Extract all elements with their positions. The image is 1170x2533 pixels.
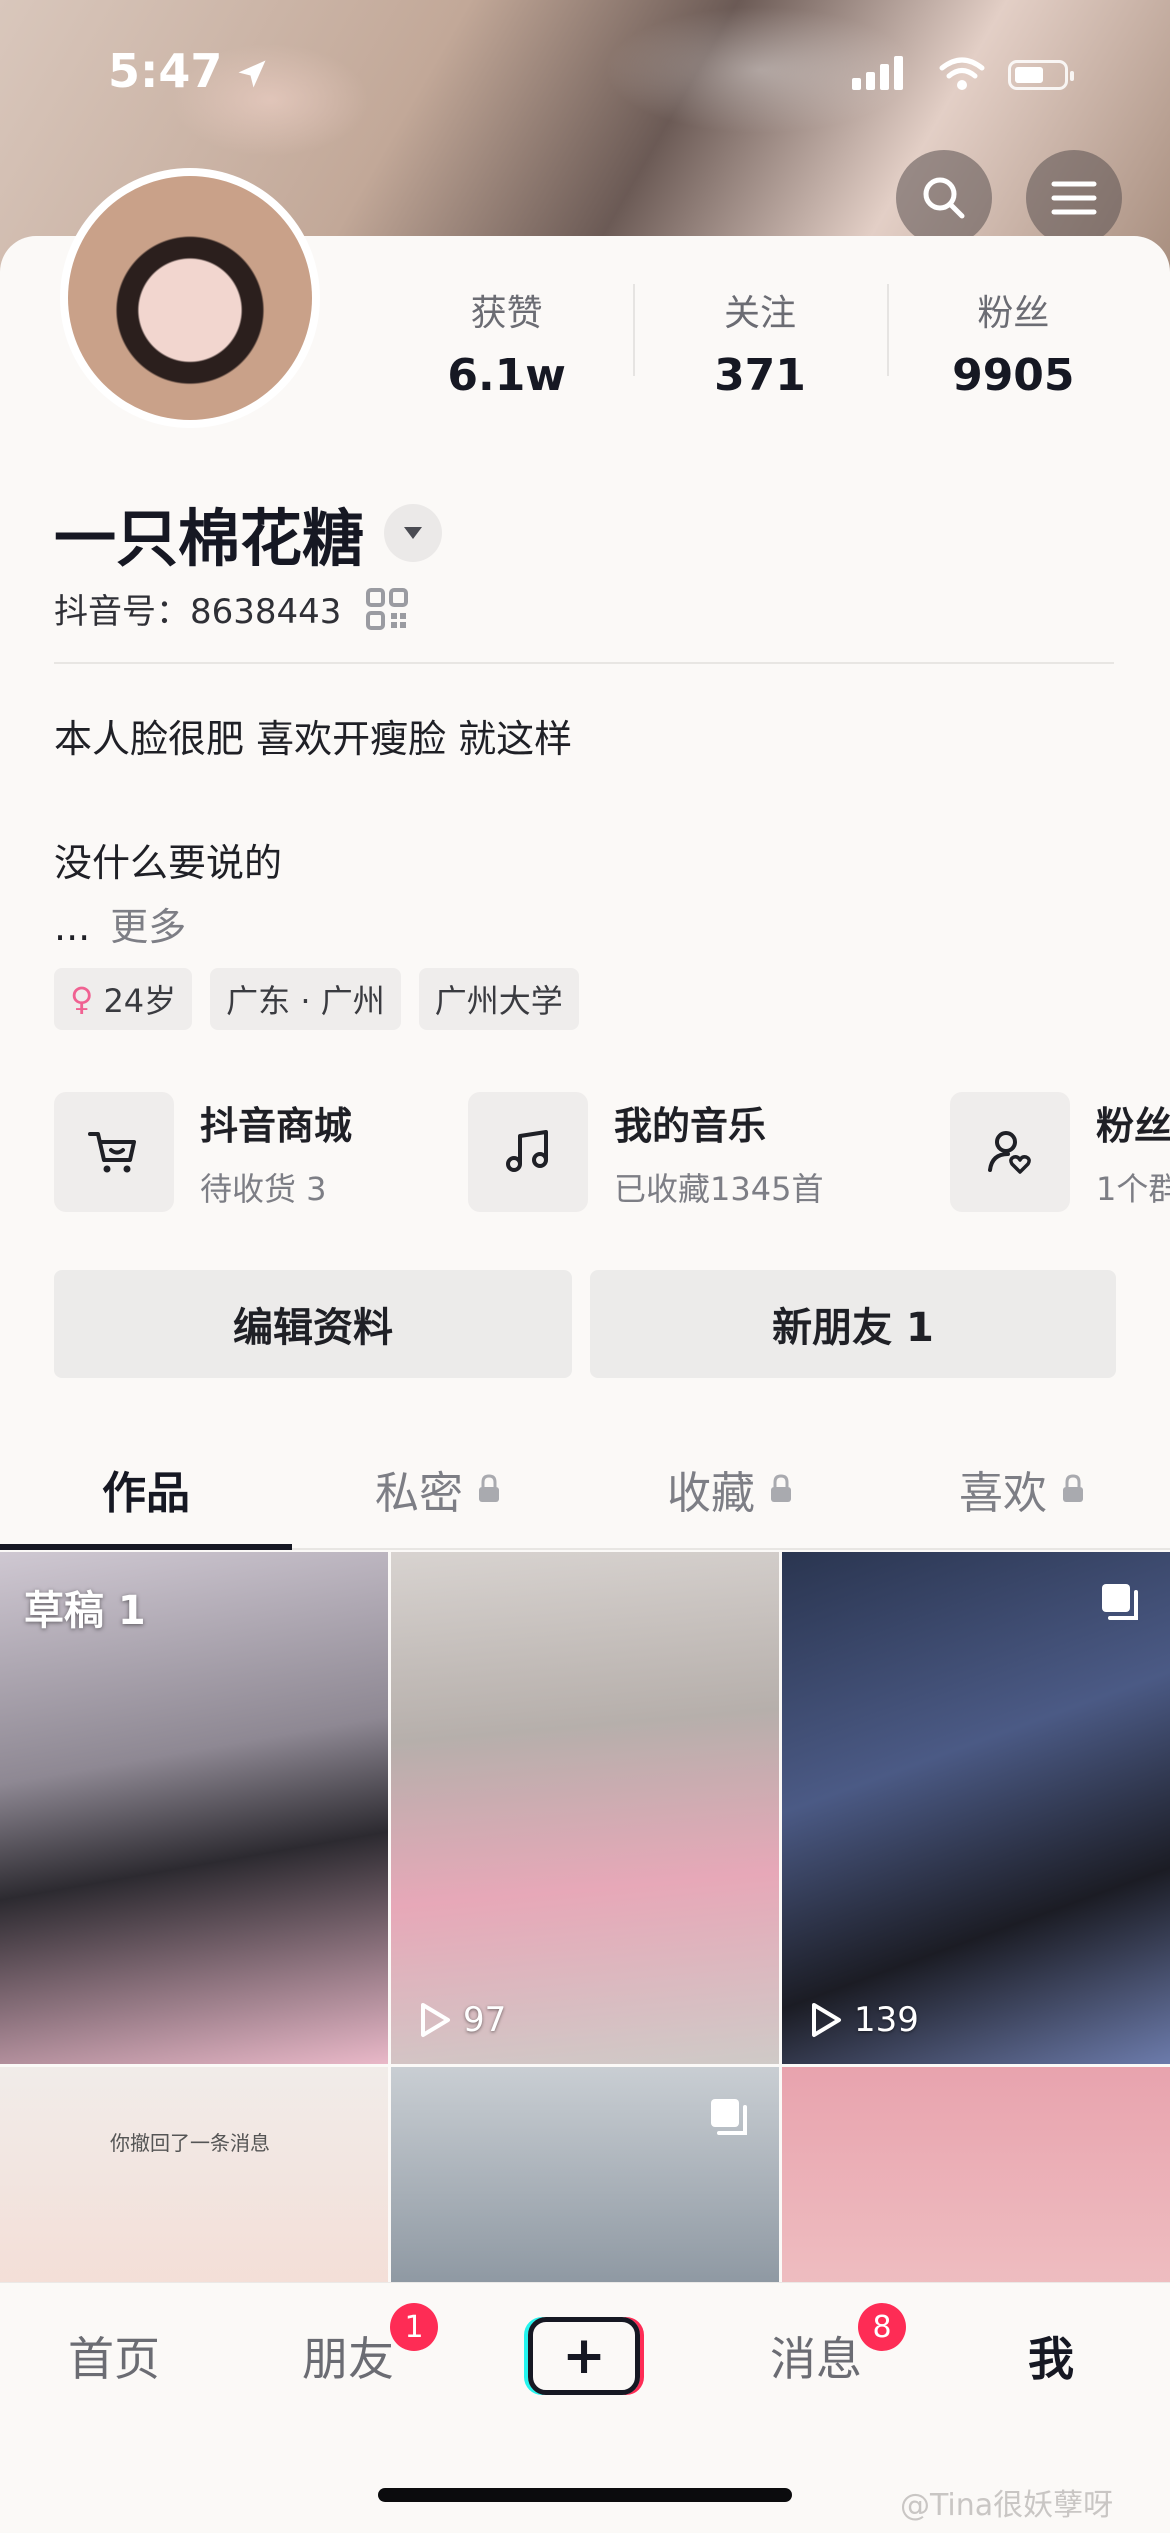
- status-time: 5:47: [108, 44, 223, 98]
- service-fan-group-subtitle: 1个群: [1096, 1169, 1170, 1208]
- wifi-icon: [939, 57, 985, 90]
- caret-down-icon: [404, 527, 423, 539]
- stat-likes[interactable]: 获赞 6.1w: [380, 280, 633, 401]
- stat-followers-value: 9905: [952, 350, 1075, 401]
- home-indicator[interactable]: [378, 2488, 792, 2502]
- battery-icon: [1008, 60, 1074, 90]
- stat-following-value: 371: [714, 350, 806, 401]
- search-icon: [923, 177, 965, 219]
- douyin-id-row: 抖音号：8638443: [54, 584, 409, 633]
- nav-me[interactable]: 我: [1028, 2323, 1074, 2389]
- hamburger-menu-icon: [1051, 181, 1097, 215]
- service-shop-subtitle: 待收货 3: [200, 1169, 327, 1208]
- stat-following[interactable]: 关注 371: [633, 280, 886, 401]
- message-card-text: 你撤回了一条消息: [110, 2131, 270, 2155]
- bio[interactable]: 本人脸很肥 喜欢开瘦脸 就这样 没什么要说的: [54, 708, 572, 894]
- tab-private-label: 私密: [375, 1468, 463, 1519]
- avatar[interactable]: [60, 168, 320, 428]
- bio-more-row: ... 更多: [54, 896, 186, 951]
- tag-location-label: 广东 · 广州: [226, 982, 385, 1020]
- play-count-value: 97: [463, 2000, 507, 2040]
- shopping-cart-icon: [54, 1092, 174, 1212]
- video-thumbnail[interactable]: 139: [782, 1552, 1170, 2064]
- tag-school-label: 广州大学: [434, 982, 563, 1020]
- douyin-id: 抖音号：8638443: [54, 592, 342, 632]
- service-shop[interactable]: 抖音商城 待收货 3: [54, 1090, 352, 1214]
- tag-age-label: 24岁: [103, 982, 177, 1020]
- location-arrow-icon: [238, 60, 266, 88]
- tab-favorites-label: 收藏: [667, 1468, 755, 1519]
- tab-works[interactable]: 作品: [0, 1430, 292, 1550]
- service-shop-title: 抖音商城: [200, 1103, 353, 1148]
- stat-likes-label: 获赞: [470, 293, 543, 334]
- edit-profile-button[interactable]: 编辑资料: [54, 1270, 572, 1378]
- divider: [54, 662, 1114, 664]
- draft-label: 草稿 1: [24, 1588, 146, 1634]
- bio-line-2: [54, 770, 572, 832]
- lock-icon: [1063, 1474, 1083, 1502]
- new-friends-button[interactable]: 新朋友 1: [590, 1270, 1116, 1378]
- nav-messages[interactable]: 消息: [770, 2323, 862, 2389]
- play-count: 97: [419, 2000, 506, 2040]
- tab-works-label: 作品: [102, 1468, 190, 1519]
- profile-name: 一只棉花糖: [54, 502, 365, 575]
- lock-icon: [479, 1474, 499, 1502]
- fan-group-icon: [950, 1092, 1070, 1212]
- watermark: @Tina很妖孽呀: [900, 2488, 1114, 2523]
- stat-likes-value: 6.1w: [447, 350, 566, 401]
- cellular-signal-icon: [852, 56, 908, 90]
- play-count-value: 139: [854, 2000, 919, 2040]
- nav-friends[interactable]: 朋友: [302, 2323, 394, 2389]
- tag-school[interactable]: 广州大学: [418, 968, 579, 1030]
- tab-likes-label: 喜欢: [959, 1468, 1047, 1519]
- menu-button[interactable]: [1026, 150, 1122, 246]
- account-switch-button[interactable]: [384, 504, 443, 562]
- service-fan-group[interactable]: 粉丝 1个群: [950, 1090, 1170, 1214]
- bio-line-1: 本人脸很肥 喜欢开瘦脸 就这样: [54, 717, 573, 761]
- service-fan-group-title: 粉丝: [1096, 1103, 1170, 1148]
- tag-location: 广东 · 广州: [210, 968, 401, 1030]
- profile-tags: ♀ 24岁 广东 · 广州 广州大学: [54, 968, 597, 1030]
- bio-ellipsis: ...: [54, 905, 91, 949]
- tab-favorites[interactable]: 收藏: [584, 1430, 876, 1548]
- services-row: 抖音商城 待收货 3 我的音乐 已收藏1345首 粉丝 1个群: [54, 1090, 1170, 1214]
- stat-followers[interactable]: 粉丝 9905: [886, 280, 1140, 401]
- status-bar: 5:47: [0, 0, 1170, 150]
- multi-image-icon: [1102, 1584, 1138, 1620]
- bio-line-3: 没什么要说的: [54, 841, 283, 885]
- search-button[interactable]: [896, 150, 992, 246]
- profile-stats: 获赞 6.1w 关注 371 粉丝 9905: [380, 280, 1140, 401]
- service-music-subtitle: 已收藏1345首: [614, 1169, 824, 1208]
- qr-code-icon[interactable]: [365, 587, 409, 631]
- name-row: 一只棉花糖: [54, 488, 443, 578]
- bio-more-link[interactable]: 更多: [110, 905, 186, 949]
- video-thumbnail-draft[interactable]: 草稿 1: [0, 1552, 388, 2064]
- tab-likes[interactable]: 喜欢: [876, 1430, 1168, 1548]
- messages-badge: 8: [858, 2303, 906, 2351]
- music-note-icon: [468, 1092, 588, 1212]
- female-icon: ♀: [70, 980, 94, 1018]
- plus-icon: +: [562, 2326, 606, 2386]
- tag-age: ♀ 24岁: [54, 968, 193, 1030]
- multi-image-icon: [711, 2099, 747, 2135]
- lock-icon: [771, 1474, 791, 1502]
- content-tabs: 作品 私密 收藏 喜欢: [0, 1430, 1170, 1550]
- play-count: 139: [810, 2000, 919, 2040]
- video-thumbnail[interactable]: 97: [391, 1552, 779, 2064]
- play-icon: [421, 2003, 450, 2037]
- play-icon: [812, 2003, 841, 2037]
- service-music-title: 我的音乐: [614, 1103, 767, 1148]
- tab-private[interactable]: 私密: [292, 1430, 584, 1548]
- friends-badge: 1: [390, 2303, 438, 2351]
- create-button[interactable]: +: [528, 2317, 640, 2395]
- stat-followers-label: 粉丝: [977, 293, 1050, 334]
- stat-following-label: 关注: [723, 293, 796, 334]
- nav-home[interactable]: 首页: [68, 2323, 160, 2389]
- service-music[interactable]: 我的音乐 已收藏1345首: [468, 1090, 823, 1214]
